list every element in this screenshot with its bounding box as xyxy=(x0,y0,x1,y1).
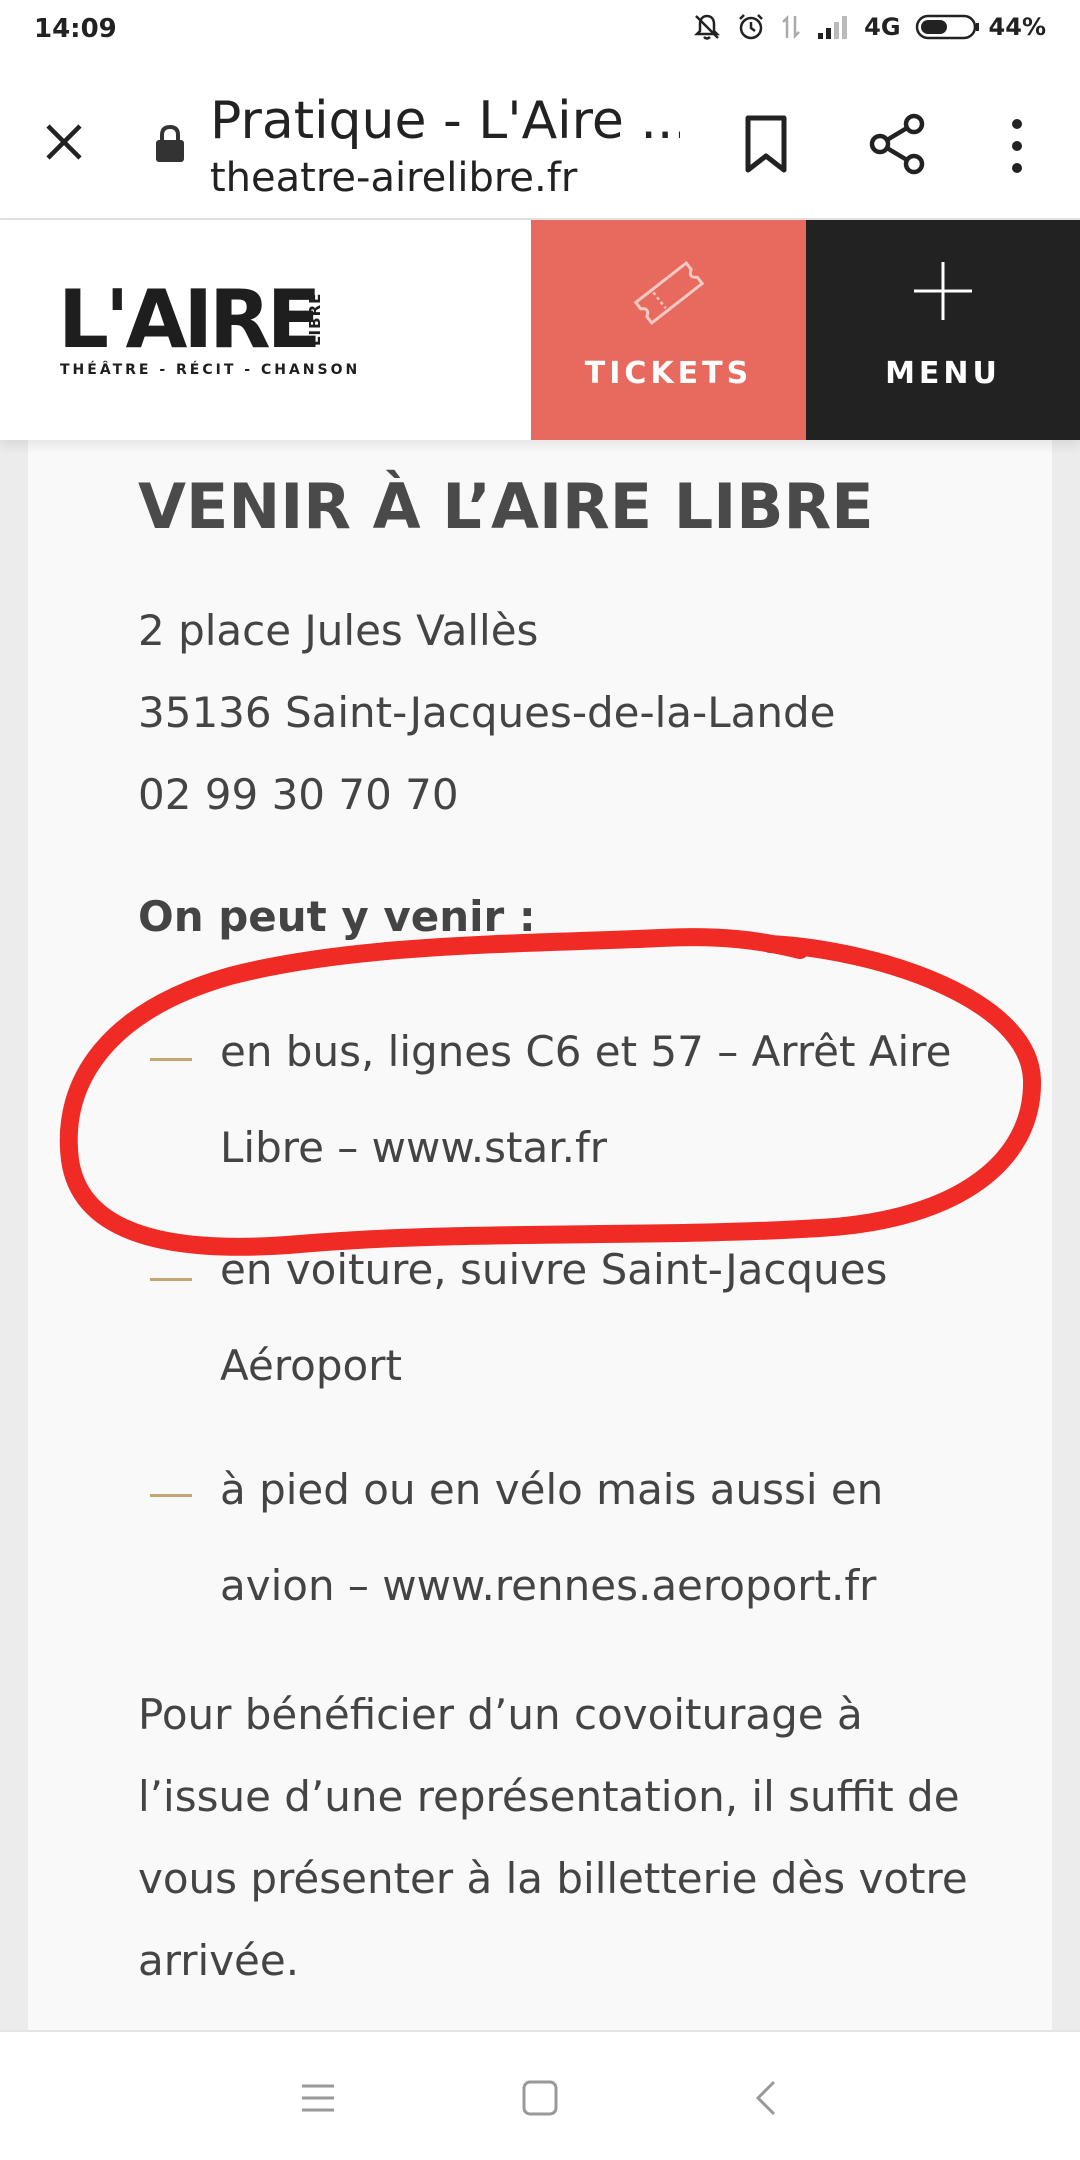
home-icon[interactable] xyxy=(518,2076,562,2120)
site-header: L'AIRE LIBRE THÉÂTRE - RÉCIT - CHANSON T… xyxy=(0,220,1080,440)
phone-number[interactable]: 02 99 30 70 70 xyxy=(138,770,459,819)
section-heading: VENIR À L’AIRE LIBRE xyxy=(138,470,874,543)
signal-icon xyxy=(818,16,848,39)
data-transfer-icon xyxy=(782,14,801,40)
site-logo[interactable]: L'AIRE LIBRE THÉÂTRE - RÉCIT - CHANSON xyxy=(58,273,357,380)
status-time: 14:09 xyxy=(34,14,117,44)
address-street: 2 place Jules Vallès xyxy=(138,606,539,655)
bookmark-icon[interactable] xyxy=(740,114,792,174)
network-type: 4G xyxy=(864,13,901,41)
logo-side-text: LIBRE xyxy=(306,292,324,346)
share-icon[interactable] xyxy=(868,112,928,176)
lock-icon xyxy=(156,124,184,162)
logo-wordmark: L'AIRE xyxy=(58,273,321,366)
list-bullet xyxy=(150,1058,192,1061)
battery: 44% xyxy=(915,13,1046,41)
list-item-bus-line1: en bus, lignes C6 et 57 – Arrêt Aire xyxy=(220,1027,952,1076)
logo-tagline: THÉÂTRE - RÉCIT - CHANSON xyxy=(60,362,361,378)
mute-notifications-icon xyxy=(694,14,721,40)
transport-intro: On peut y venir : xyxy=(138,892,536,941)
browser-toolbar: Pratique - L'Aire ... theatre-airelibre.… xyxy=(0,64,1080,220)
menu-button[interactable]: MENU xyxy=(806,220,1080,440)
status-icons: 4G 44% xyxy=(692,12,1046,42)
list-item-car-line1: en voiture, suivre Saint-Jacques xyxy=(220,1245,888,1294)
page-title: Pratique - L'Aire ... xyxy=(210,92,680,151)
list-item-car-line2: Aéroport xyxy=(220,1341,402,1390)
alarm-icon xyxy=(739,14,764,40)
status-bar: 14:09 4G 44% xyxy=(0,0,1080,64)
list-bullet xyxy=(150,1494,192,1497)
paragraph-line: l’issue d’une représentation, il suffit … xyxy=(138,1772,960,1821)
back-icon[interactable] xyxy=(744,2076,788,2120)
system-navigation-bar xyxy=(0,2030,1080,2160)
list-item-foot-line2[interactable]: avion – www.rennes.aeroport.fr xyxy=(220,1538,876,1634)
tickets-label: TICKETS xyxy=(584,356,753,391)
list-item-foot-line1: à pied ou en vélo mais aussi en xyxy=(220,1465,884,1514)
ticket-icon xyxy=(633,260,704,326)
page-url[interactable]: theatre-airelibre.fr xyxy=(210,156,680,200)
close-icon[interactable] xyxy=(38,116,90,168)
plus-icon xyxy=(914,262,972,320)
paragraph-line: arrivée. xyxy=(138,1936,300,1985)
list-bullet xyxy=(150,1278,192,1281)
menu-label: MENU xyxy=(885,356,1001,391)
recent-apps-icon[interactable] xyxy=(296,2076,340,2120)
tickets-button[interactable]: TICKETS xyxy=(531,220,806,440)
more-options-icon[interactable] xyxy=(1000,116,1034,176)
battery-percent: 44% xyxy=(988,13,1046,41)
list-item-bus-line2[interactable]: Libre – www.star.fr xyxy=(220,1100,607,1196)
battery-icon xyxy=(915,14,979,40)
paragraph-line: Pour bénéficier d’un covoiturage à xyxy=(138,1690,863,1739)
address-city: 35136 Saint-Jacques-de-la-Lande xyxy=(138,688,836,737)
paragraph-line: vous présenter à la billetterie dès votr… xyxy=(138,1854,968,1903)
